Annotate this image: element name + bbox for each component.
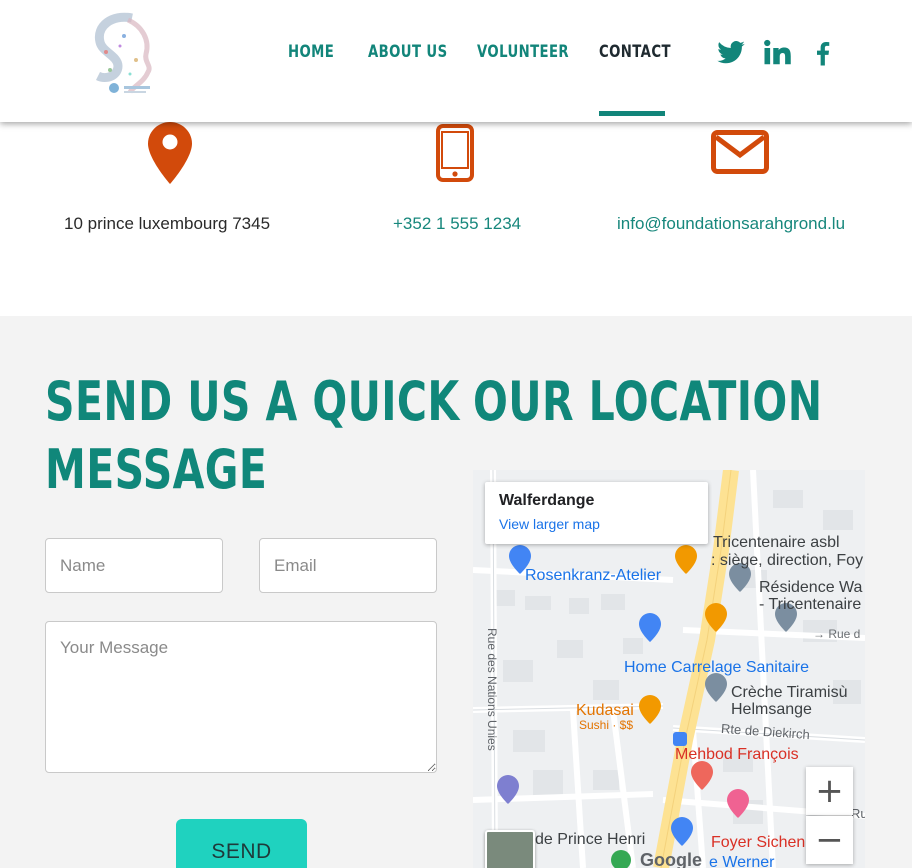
form-title-line1: SEND US A QUICK [45, 370, 460, 433]
twitter-icon[interactable] [716, 38, 746, 68]
address-text: 10 prince luxembourg 7345 [64, 214, 271, 233]
poi-creche[interactable]: Crèche Tiramisù [731, 684, 847, 702]
contact-info-row: 10 prince luxembourg 7345 +352 1 555 123… [0, 122, 912, 316]
message-textarea[interactable] [45, 621, 437, 773]
map-marker-icon [148, 122, 192, 189]
send-button[interactable]: SEND [176, 819, 307, 868]
street-ru: Ru [851, 806, 865, 821]
phone-link[interactable]: +352 1 555 1234 [393, 214, 521, 234]
poi-creche-sub: Helmsange [731, 701, 812, 718]
google-logo: Google [640, 850, 702, 868]
message-location-section: SEND US A QUICK MESSAGE SEND OUR LOCATIO… [0, 316, 912, 868]
map-place-name: Walferdange [499, 492, 595, 509]
street-rue-des-nations-unies: Rue des Nations Unies [485, 628, 499, 751]
poi-tricentenaire-sub: : siège, direction, Foy [711, 552, 864, 569]
poi-residence[interactable]: Résidence Wa [759, 579, 862, 597]
poi-kudasai-sub: Sushi · $$ [579, 718, 634, 732]
street-view-thumbnail[interactable] [485, 830, 535, 868]
email-link[interactable]: info@foundationsarahgrond.lu [617, 214, 845, 234]
envelope-icon [711, 130, 769, 179]
view-larger-map-link[interactable]: View larger map [499, 516, 600, 532]
zoom-in-button[interactable]: + [806, 767, 853, 815]
street-rue-right: → Rue d [813, 627, 861, 641]
email-input[interactable] [259, 538, 437, 593]
linkedin-icon[interactable] [762, 38, 792, 68]
poi-residence-sub: - Tricentenaire [759, 596, 862, 613]
foundation-logo[interactable] [84, 12, 160, 98]
poi-tricentenaire[interactable]: Tricentenaire asbl [713, 534, 840, 552]
poi-mehbod[interactable]: Mehbod François [675, 746, 799, 764]
poi-home-carrelage[interactable]: Home Carrelage Sanitaire [624, 659, 809, 677]
location-title: OUR LOCATION [473, 370, 823, 433]
form-title-line2: MESSAGE [45, 438, 268, 501]
phone-icon [436, 124, 474, 187]
name-input[interactable] [45, 538, 223, 593]
site-header: HOME ABOUT US VOLUNTEER CONTACT [0, 0, 912, 122]
nav-about-us[interactable]: ABOUT US [368, 42, 448, 62]
nav-home[interactable]: HOME [288, 42, 334, 62]
facebook-icon[interactable] [808, 38, 838, 68]
nav-contact[interactable]: CONTACT [599, 42, 671, 62]
poi-rosenkranz[interactable]: Rosenkranz-Atelier [525, 567, 661, 585]
location-map[interactable]: Walferdange View larger map Tricentenair… [473, 470, 865, 868]
map-info-card: Walferdange View larger map [485, 482, 708, 544]
nav-volunteer[interactable]: VOLUNTEER [477, 42, 569, 62]
poi-foyer-sichen[interactable]: Foyer Sichen [711, 834, 805, 852]
poi-werner[interactable]: e Werner [709, 854, 775, 868]
active-nav-indicator [599, 111, 665, 116]
poi-prince-henri[interactable]: de Prince Henri [535, 831, 645, 849]
zoom-out-button[interactable]: − [806, 816, 853, 864]
